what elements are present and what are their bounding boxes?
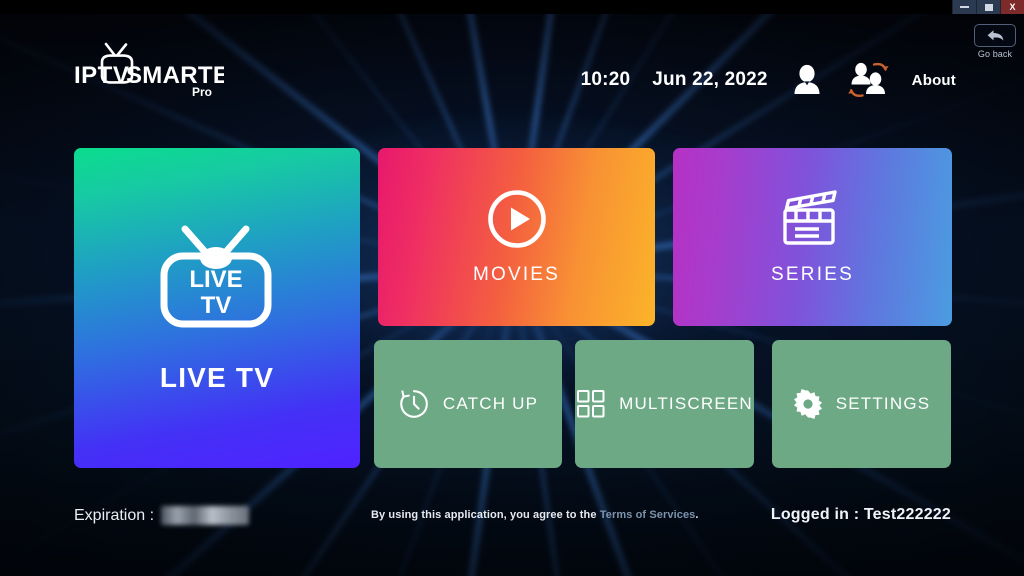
app-logo: IPTV SMARTERS Pro [74,42,224,98]
logged-in-status: Logged in : Test222222 [770,506,951,523]
tile-settings[interactable]: SETTINGS [772,340,951,468]
window-controls: X [952,0,1024,14]
tile-series-label: SERIES [771,264,854,285]
go-back-button[interactable]: Go back [974,24,1016,59]
tv-icon: LIVE TV [160,225,272,328]
logo-pro-text: Pro [192,85,212,98]
tv-icon-tv-text: TV [201,292,232,319]
maximize-button[interactable] [976,0,1000,14]
clock-time: 10:20 [580,69,631,90]
terms-suffix: . [695,509,699,521]
tile-catch-up-label: CATCH UP [442,394,539,413]
tile-multiscreen[interactable]: MULTISCREEN [575,340,754,468]
grid-icon [577,390,605,418]
tile-live-tv-label: LIVE TV [159,362,275,393]
tile-catch-up[interactable]: CATCH UP [374,340,562,468]
switch-user-button[interactable] [846,62,890,98]
header-right-group: 10:20 Jun 22, 2022 About [581,62,956,98]
user-profile-button[interactable] [790,63,824,97]
tile-settings-label: SETTINGS [835,394,931,413]
footer: Expiration : By using this application, … [0,506,1024,576]
expiration-value-redacted [161,506,250,525]
app-window: X Go back IPTV SMARTERS Pro 10:20 Jun 22… [0,0,1024,576]
expiration-info: Expiration : [74,506,250,525]
user-icon [794,64,820,94]
terms-of-services-link[interactable]: Terms of Services [600,509,696,521]
close-button[interactable]: X [1000,0,1024,14]
terms-prefix: By using this application, you agree to … [371,509,600,521]
logo-iptv-text: IPTV [74,62,129,89]
minimize-button[interactable] [952,0,976,14]
clapperboard-icon [782,190,837,245]
clock-date: Jun 22, 2022 [652,69,768,90]
play-circle-icon [487,190,546,248]
back-arrow-icon [987,30,1003,41]
go-back-label: Go back [977,49,1013,59]
go-back-box [974,24,1016,47]
about-button[interactable]: About [912,72,956,89]
gear-icon [793,389,822,419]
clock-icon [400,390,428,418]
switch-user-icon [847,62,889,97]
tile-series[interactable]: SERIES [673,148,952,326]
close-icon: X [1009,1,1016,12]
terms-notice: By using this application, you agree to … [371,509,699,521]
minimize-icon [960,6,969,8]
tile-multiscreen-label: MULTISCREEN [619,394,753,413]
maximize-icon [984,3,993,11]
window-titlebar: X [0,0,1024,14]
tv-icon-live-text: LIVE [189,266,242,293]
expiration-label: Expiration : [74,506,155,524]
tile-live-tv[interactable]: LIVE TV LIVE TV [74,148,360,468]
tile-movies[interactable]: MOVIES [378,148,655,326]
tile-movies-label: MOVIES [472,264,561,285]
